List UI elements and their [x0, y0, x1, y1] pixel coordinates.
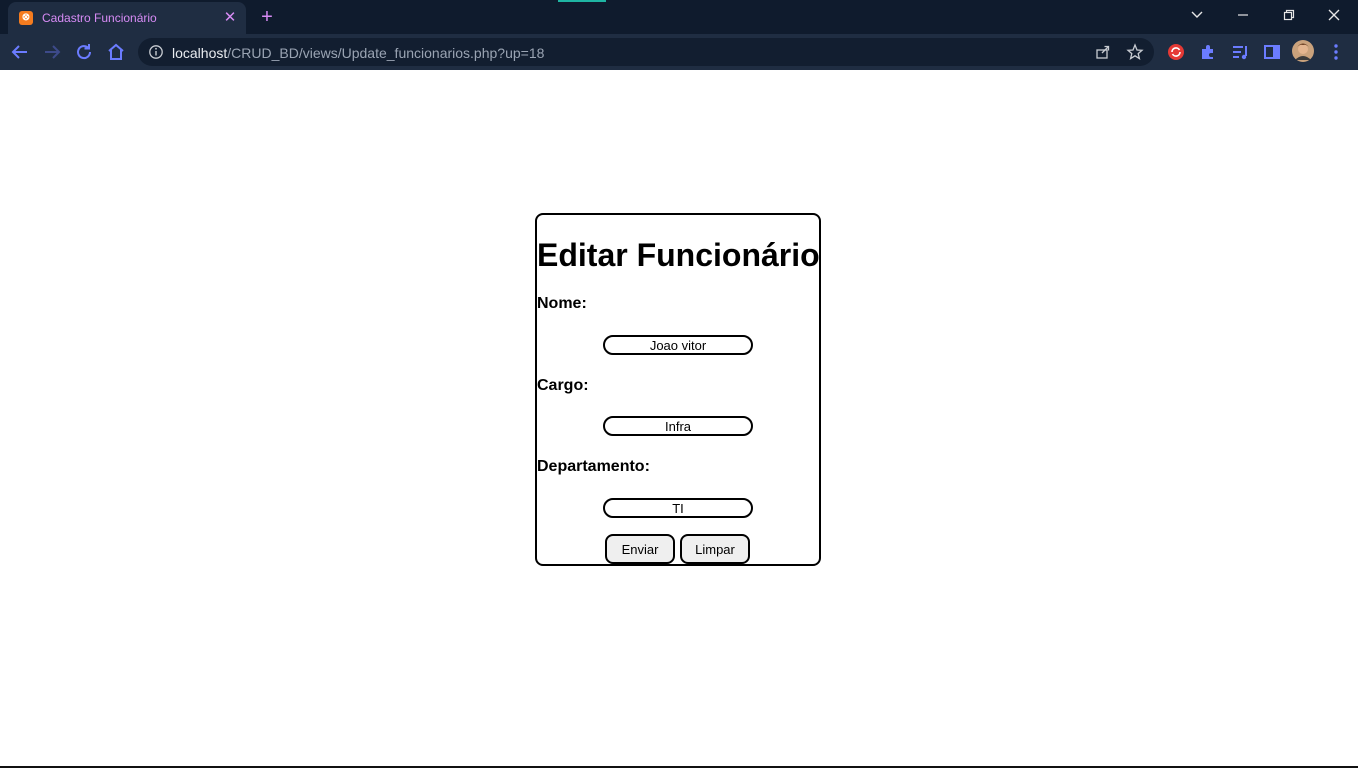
side-panel-icon[interactable]	[1262, 42, 1282, 62]
close-icon	[1328, 9, 1340, 21]
close-tab-icon[interactable]: ✕	[222, 10, 238, 26]
browser-tab[interactable]: ⊗ Cadastro Funcionário ✕	[8, 2, 246, 34]
page-title: Editar Funcionário	[537, 237, 820, 273]
departamento-label: Departamento:	[537, 458, 650, 475]
browser-toolbar: localhost/CRUD_BD/views/Update_funcionar…	[0, 34, 1358, 70]
browser-tab-strip: ⊗ Cadastro Funcionário ✕ +	[0, 0, 1358, 34]
cargo-input[interactable]	[603, 416, 753, 436]
url-path: /CRUD_BD/views/Update_funcionarios.php?u…	[227, 45, 545, 61]
back-button[interactable]	[8, 40, 32, 64]
arrow-right-icon	[45, 45, 61, 59]
arrow-left-icon	[11, 45, 27, 59]
reload-icon	[77, 44, 92, 60]
accent-strip	[558, 0, 606, 2]
forward-button[interactable]	[40, 40, 64, 64]
tab-search-button[interactable]	[1183, 4, 1211, 26]
avatar[interactable]	[1292, 40, 1314, 62]
cargo-label: Cargo:	[537, 377, 589, 394]
share-icon[interactable]	[1094, 43, 1112, 61]
nome-input[interactable]	[603, 335, 753, 355]
edit-employee-form: Editar Funcionário Nome: Cargo: Departam…	[535, 213, 821, 566]
puzzle-icon[interactable]	[1198, 42, 1218, 62]
tab-title: Cadastro Funcionário	[42, 11, 157, 25]
close-window-button[interactable]	[1320, 4, 1348, 26]
sync-extension-icon[interactable]	[1166, 42, 1186, 62]
url-host: localhost	[172, 45, 228, 61]
home-button[interactable]	[104, 40, 128, 64]
home-icon	[108, 43, 124, 60]
star-icon[interactable]	[1126, 43, 1144, 61]
submit-button[interactable]: Enviar	[605, 534, 675, 564]
chevron-down-icon	[1191, 11, 1203, 18]
url-text[interactable]: localhost/CRUD_BD/views/Update_funcionar…	[172, 45, 544, 61]
media-queue-icon[interactable]	[1230, 42, 1250, 62]
restore-icon	[1283, 9, 1295, 21]
info-icon[interactable]	[148, 44, 164, 60]
nome-label: Nome:	[537, 295, 587, 312]
departamento-input[interactable]	[603, 498, 753, 518]
restore-button[interactable]	[1275, 4, 1303, 26]
new-tab-button[interactable]: +	[256, 6, 278, 28]
address-bar[interactable]: localhost/CRUD_BD/views/Update_funcionar…	[138, 38, 1154, 66]
reload-button[interactable]	[72, 40, 96, 64]
minimize-button[interactable]	[1229, 4, 1257, 26]
minimize-icon	[1238, 14, 1248, 16]
more-options-icon[interactable]	[1326, 42, 1346, 62]
xampp-icon: ⊗	[19, 11, 33, 25]
reset-button[interactable]: Limpar	[680, 534, 750, 564]
